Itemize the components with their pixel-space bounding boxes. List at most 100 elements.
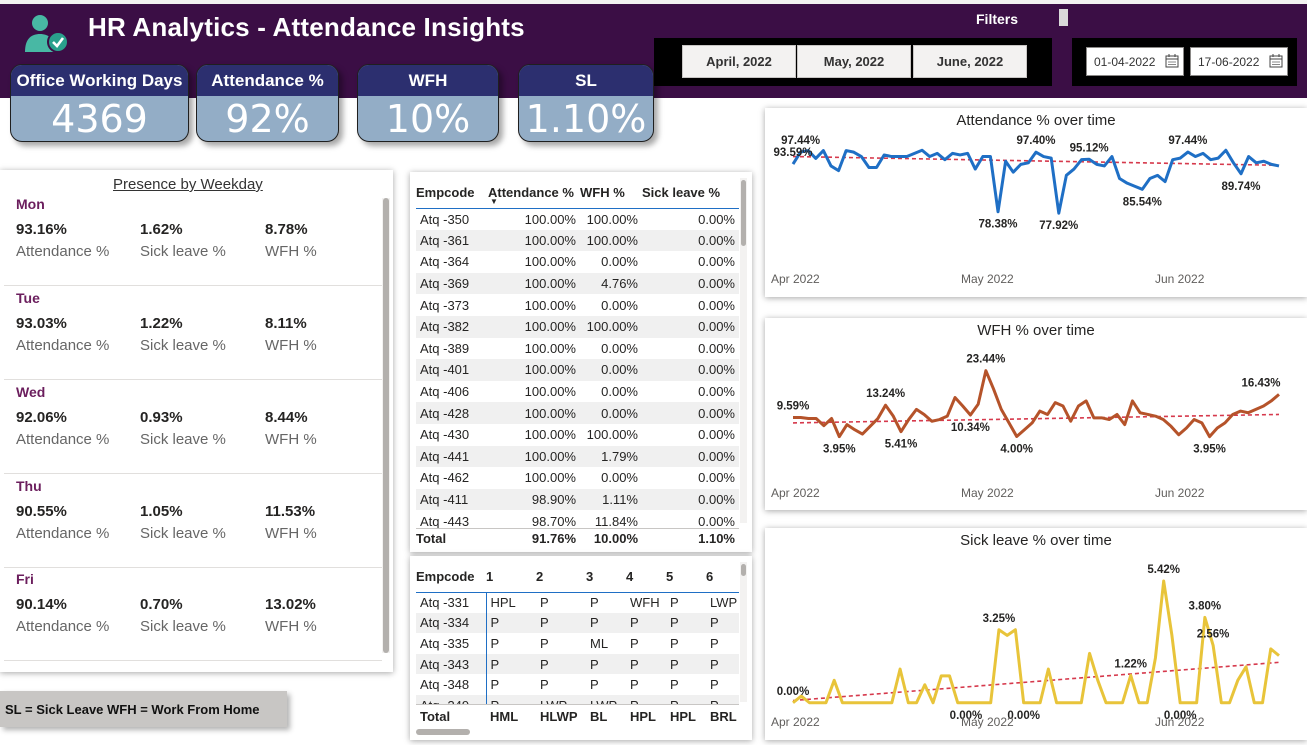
sort-desc-icon[interactable]: ▼ xyxy=(490,197,498,206)
table-cell: 100.00% xyxy=(580,315,642,338)
attendance-label: Attendance % xyxy=(16,618,110,635)
wfh-value: 8.11% xyxy=(265,315,307,332)
sick-value: 1.05% xyxy=(140,503,183,520)
col-attendance[interactable]: Attendance % ▼ xyxy=(488,178,580,208)
col-day-1[interactable]: 1 xyxy=(486,562,536,592)
data-label: 97.40% xyxy=(1016,135,1055,147)
col-day-3[interactable]: 3 xyxy=(586,562,626,592)
col-sick-leave[interactable]: Sick leave % xyxy=(642,178,739,208)
table-row[interactable]: Atq -411 98.90% 1.11% 0.00% xyxy=(416,488,739,511)
att-scrollbar[interactable] xyxy=(740,562,747,702)
start-date-input[interactable]: 01-04-2022 xyxy=(1086,47,1184,76)
table-cell: 0.00% xyxy=(601,340,638,356)
attendance-label: Attendance % xyxy=(16,525,110,542)
table-row[interactable]: Atq -382 100.00% 100.00% 0.00% xyxy=(416,315,739,338)
table-row[interactable]: Atq -373 100.00% 0.00% 0.00% xyxy=(416,294,739,316)
scroll-thumb[interactable] xyxy=(383,198,389,653)
table-row[interactable]: Atq -364 100.00% 0.00% 0.00% xyxy=(416,251,739,273)
table-cell: 100.00% xyxy=(524,211,576,227)
series-line[interactable] xyxy=(792,579,1280,705)
table-cell: 0.00% xyxy=(601,470,638,486)
col-empcode[interactable]: Empcode xyxy=(416,562,486,592)
table-cell: P xyxy=(540,677,549,693)
kpi-value: 4369 xyxy=(51,97,148,141)
table-cell: Atq -430 xyxy=(420,427,470,443)
table-cell: P xyxy=(710,635,719,651)
filters-toggle[interactable] xyxy=(1059,9,1068,26)
table-cell: P xyxy=(706,653,739,675)
data-label: 85.54% xyxy=(1123,196,1162,208)
table-cell: Atq -401 xyxy=(416,359,488,381)
table-cell: 100.00% xyxy=(524,470,576,486)
data-label: 16.43% xyxy=(1241,377,1280,389)
table-cell: P xyxy=(485,653,536,675)
table-cell: Atq -364 xyxy=(420,254,470,270)
attendance-value: 93.16% xyxy=(16,221,67,238)
kpi-office-working-days: Office Working Days 4369 xyxy=(10,64,189,142)
table-cell: P xyxy=(670,677,679,693)
emp-scrollbar[interactable] xyxy=(740,178,747,523)
table-row[interactable]: Atq -331 HPL P P WFH P LWP xyxy=(416,592,739,613)
calendar-icon[interactable] xyxy=(1165,54,1179,68)
table-row[interactable]: Atq -369 100.00% 4.76% 0.00% xyxy=(416,272,739,295)
table-row[interactable]: Atq -361 100.00% 100.00% 0.00% xyxy=(416,229,739,252)
start-date-value: 01-04-2022 xyxy=(1094,54,1156,69)
series-line[interactable] xyxy=(791,148,1280,215)
col-day-4[interactable]: 4 xyxy=(626,562,666,592)
table-row[interactable]: Atq -348 P P P P P P xyxy=(416,674,739,695)
filters-button[interactable]: Filters xyxy=(976,11,1018,27)
scroll-thumb[interactable] xyxy=(741,564,746,576)
weekday-thu: Thu 90.55% 1.05% 11.53% Attendance % Sick lea… xyxy=(4,478,382,568)
trend-line xyxy=(792,661,1280,702)
weekday-scrollbar[interactable] xyxy=(382,198,390,653)
table-cell: 1.79% xyxy=(580,445,642,468)
table-cell: ML xyxy=(590,635,609,651)
table-cell: 100.00% xyxy=(524,340,576,356)
table-cell: Atq -382 xyxy=(416,315,488,338)
day-label: Thu xyxy=(16,478,42,494)
table-row[interactable]: Atq -441 100.00% 1.79% 0.00% xyxy=(416,445,739,468)
table-cell: P xyxy=(590,677,599,693)
month-may-button[interactable]: May, 2022 xyxy=(797,45,911,78)
col-wfh[interactable]: WFH % xyxy=(580,178,642,208)
scroll-thumb[interactable] xyxy=(741,180,746,246)
total-wfh: 10.00% xyxy=(593,531,638,547)
col-day-5[interactable]: 5 xyxy=(666,562,706,592)
month-june-button[interactable]: June, 2022 xyxy=(913,45,1027,78)
table-row[interactable]: Atq -406 100.00% 0.00% 0.00% xyxy=(416,381,739,403)
table-row[interactable]: Atq -350 100.00% 100.00% 0.00% xyxy=(416,208,739,230)
day-label: Tue xyxy=(16,290,40,306)
table-row[interactable]: Atq -428 100.00% 0.00% 0.00% xyxy=(416,402,739,424)
col-empcode[interactable]: Empcode xyxy=(416,178,488,208)
x-tick-label: Jun 2022 xyxy=(1155,272,1205,286)
att-h-scroll-thumb[interactable] xyxy=(416,729,470,735)
series-line[interactable] xyxy=(793,369,1280,439)
col-day-2[interactable]: 2 xyxy=(536,562,586,592)
table-cell: 100.00% xyxy=(488,315,580,338)
x-tick-label: Apr 2022 xyxy=(771,272,820,286)
month-april-button[interactable]: April, 2022 xyxy=(682,45,796,78)
table-cell: 0.00% xyxy=(698,470,735,486)
weekday-title: Presence by Weekday xyxy=(113,176,263,193)
end-date-input[interactable]: 17-06-2022 xyxy=(1190,47,1288,76)
att-total-row: Total HML HLWP BL HPL HPL BRL xyxy=(416,704,739,728)
table-cell: P xyxy=(536,612,586,634)
table-cell: Atq -334 xyxy=(416,612,486,634)
x-tick-label: May 2022 xyxy=(961,715,1014,729)
table-row[interactable]: Atq -335 P P ML P P P xyxy=(416,633,739,654)
data-label: 23.44% xyxy=(966,354,1005,366)
col-day-6[interactable]: 6 xyxy=(706,562,739,592)
table-row[interactable]: Atq -389 100.00% 0.00% 0.00% xyxy=(416,338,739,360)
table-cell: P xyxy=(670,595,679,611)
table-row[interactable]: Atq -401 100.00% 0.00% 0.00% xyxy=(416,359,739,381)
att-table: Empcode 1 2 3 4 5 6 Atq -331 HPL P P WFH P LWP… xyxy=(416,562,739,716)
table-row[interactable]: Atq -343 P P P P P P xyxy=(416,653,739,675)
table-row[interactable]: Atq -430 100.00% 100.00% 0.00% xyxy=(416,424,739,446)
table-cell: WFH xyxy=(630,595,660,611)
calendar-icon[interactable] xyxy=(1269,54,1283,68)
table-cell: Atq -369 xyxy=(416,272,488,295)
table-row[interactable]: Atq -462 100.00% 0.00% 0.00% xyxy=(416,467,739,489)
wfh-line-chart: 9.59% 13.24% 3.95% 5.41% 23.44% 10.34% 4.00% 3.… xyxy=(771,354,1281,500)
table-row[interactable]: Atq -334 P P P P P P xyxy=(416,612,739,634)
data-label: 4.00% xyxy=(1000,443,1033,455)
